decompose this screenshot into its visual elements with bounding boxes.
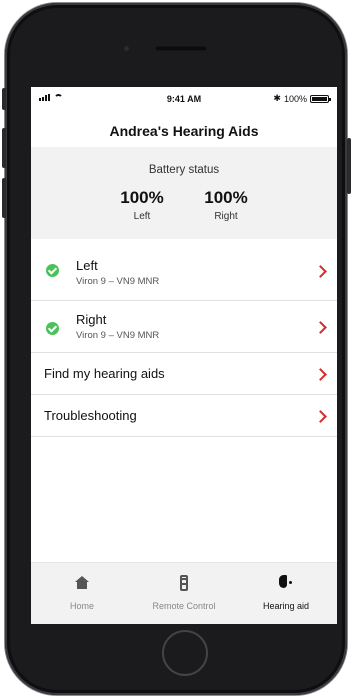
battery-percent: 100% <box>283 93 307 104</box>
bluetooth-icon: ✱ <box>273 93 281 103</box>
remote-control-icon <box>180 575 188 591</box>
troubleshooting-label: Troubleshooting <box>44 408 137 423</box>
home-button[interactable] <box>162 630 208 676</box>
battery-status-title: Battery status <box>148 164 220 176</box>
battery-right-value: 100% <box>204 188 248 207</box>
power-button <box>347 138 351 194</box>
tab-remote-control[interactable]: Remote Control <box>133 563 235 624</box>
device-name: Left <box>76 258 98 273</box>
app-screen: 9:41 AM ✱ 100% Andrea's Hearing Aids Bat… <box>31 87 337 624</box>
hearing-aid-icon <box>279 575 293 591</box>
battery-status-panel: Battery status 100% Left 100% Right <box>31 147 337 239</box>
battery-left-value: 100% <box>120 188 164 207</box>
tab-home[interactable]: Home <box>31 563 133 624</box>
status-bar: 9:41 AM ✱ 100% <box>31 87 337 109</box>
tab-bar: Home Remote Control Hearing aid <box>31 562 337 624</box>
battery-left-label: Left <box>133 211 151 222</box>
battery-icon <box>310 94 331 103</box>
troubleshooting-row[interactable]: Troubleshooting <box>31 395 337 437</box>
find-hearing-aids-label: Find my hearing aids <box>44 366 165 381</box>
connected-check-icon <box>46 264 59 277</box>
earpiece-speaker <box>155 46 207 51</box>
battery-right-label: Right <box>214 211 238 222</box>
chevron-right-icon <box>314 410 327 423</box>
home-icon <box>75 576 89 590</box>
tab-label: Home <box>69 601 94 611</box>
device-row-left[interactable]: Left Viron 9 – VN9 MNR <box>31 239 337 301</box>
navigation-bar: Andrea's Hearing Aids <box>31 109 337 147</box>
chevron-right-icon <box>314 265 327 278</box>
front-camera <box>123 45 130 52</box>
tab-label: Remote Control <box>152 601 216 611</box>
volume-down-button <box>2 178 6 218</box>
chevron-right-icon <box>314 368 327 381</box>
tab-hearing-aid[interactable]: Hearing aid <box>235 563 337 624</box>
device-row-right[interactable]: Right Viron 9 – VN9 MNR <box>31 301 337 353</box>
device-name: Right <box>76 312 107 327</box>
device-model: Viron 9 – VN9 MNR <box>76 276 160 287</box>
volume-up-button <box>2 128 6 168</box>
connected-check-icon <box>46 322 59 335</box>
chevron-right-icon <box>314 321 327 334</box>
tab-label: Hearing aid <box>262 601 310 611</box>
phone-frame: 9:41 AM ✱ 100% Andrea's Hearing Aids Bat… <box>5 3 347 695</box>
mute-switch <box>2 88 6 110</box>
find-hearing-aids-row[interactable]: Find my hearing aids <box>31 353 337 395</box>
device-model: Viron 9 – VN9 MNR <box>76 330 160 341</box>
battery-indicator: ✱ 100% <box>273 93 331 104</box>
